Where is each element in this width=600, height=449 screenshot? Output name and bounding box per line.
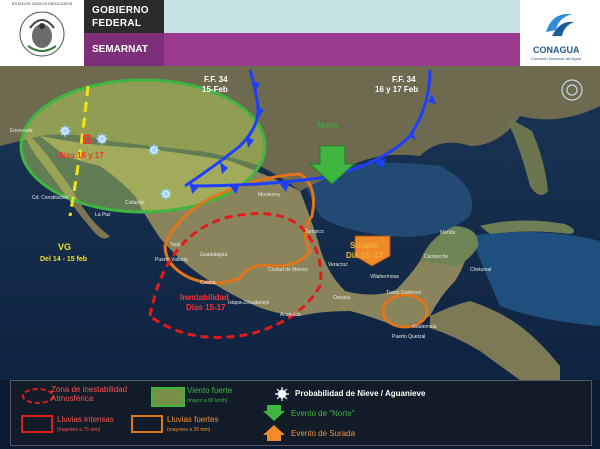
norte-label: Norte [318, 121, 338, 130]
strong-wind-zone [19, 78, 267, 214]
forecast-map-frame: ESTADOS UNIDOS MEXICANOS GOBIERNO FEDERA… [0, 0, 600, 449]
agency-band: SEMARNAT [84, 33, 164, 66]
low-pressure-letter: B [82, 131, 92, 147]
surge-label-1: Surada [350, 241, 378, 250]
front-1-name: F.F. 34 [204, 75, 228, 84]
place-label: Cd. Constitución [32, 195, 69, 201]
place-label: Guadalajara [200, 252, 227, 258]
brand-subtitle: Comisión Nacional del Agua [531, 56, 582, 61]
strong-rain-sub: (mayores a 20 mm) [167, 427, 211, 433]
gov-line-2: FEDERAL [92, 18, 142, 29]
place-label: Acapulco [280, 312, 301, 318]
place-label: Ixtapa-Zihuatanejo [228, 300, 270, 306]
place-label: Tampico [305, 229, 324, 235]
place-label: Monterrey [258, 192, 281, 198]
strong-rain-legend-label: Lluvias fuertes (mayores a 20 mm) [167, 415, 219, 435]
norte-legend-icon [263, 405, 285, 421]
tropical-wave-dates: Del 14 - 15 feb [40, 256, 87, 263]
agency-name: SEMARNAT [92, 44, 148, 55]
place-label: Villahermosa [370, 274, 399, 280]
brand-name: CONAGUA [533, 45, 580, 55]
weather-map: B Días 16 y 17 F.F. 34 15-Feb F.F. 34 16… [0, 66, 600, 380]
intense-rain-title: Lluvias intensas [57, 415, 114, 424]
wind-legend-swatch [151, 387, 185, 407]
place-label: Campeche [424, 254, 448, 260]
instability-label-2: Días 15-17 [186, 303, 226, 312]
map-legend: Zona de inestabilidad Atmosférica Viento… [10, 380, 592, 446]
seal-caption: ESTADOS UNIDOS MEXICANOS [11, 1, 73, 6]
place-label: Tepic [170, 242, 182, 248]
place-label: La Paz [95, 212, 111, 218]
mexico-seal-icon [19, 11, 65, 57]
government-band: GOBIERNO FEDERAL [84, 0, 164, 33]
wind-legend-title: Viento fuerte [187, 386, 233, 395]
place-label: Veracruz [328, 262, 348, 268]
snow-legend-label: Probabilidad de Nieve / Aguanieve [295, 389, 426, 398]
front-2-name: F.F. 34 [392, 75, 416, 84]
place-label: Ensenada [10, 128, 33, 134]
place-label: Colima [200, 280, 216, 286]
place-label: Tuxtla Gutiérrez [386, 290, 422, 296]
place-label: Puerto Quetzal [392, 334, 425, 340]
intense-rain-sub: (mayores a 75 mm) [57, 427, 101, 433]
instability-label-1: Inestabilidad [180, 293, 229, 302]
front-2-date: 16 y 17 Feb [375, 85, 418, 94]
surge-legend-icon [263, 425, 285, 441]
low-pressure-days: Días 16 y 17 [58, 151, 104, 160]
intense-rain-legend-label: Lluvias intensas (mayores a 75 mm) [57, 415, 114, 435]
strong-rain-title: Lluvias fuertes [167, 415, 219, 424]
header-purple-strip [164, 33, 520, 66]
tropical-wave-code: VG [58, 242, 71, 252]
place-label: Oaxaca [333, 295, 350, 301]
place-label: Ciudad de México [268, 267, 308, 273]
wind-legend-sub: (mayor a 60 km/h) [187, 398, 228, 404]
header-bar: ESTADOS UNIDOS MEXICANOS GOBIERNO FEDERA… [0, 0, 600, 66]
gov-line-1: GOBIERNO [92, 5, 149, 16]
strong-rain-legend-swatch [131, 415, 163, 433]
header-teal-strip [164, 0, 520, 33]
snow-legend-icon [275, 387, 289, 401]
place-label: Chetumal [470, 267, 491, 273]
intense-rain-legend-swatch [21, 415, 53, 433]
place-label: Mérida [440, 230, 456, 236]
surge-legend-label: Evento de Surada [291, 429, 356, 438]
instability-legend-label: Zona de inestabilidad Atmosférica [51, 385, 128, 403]
wind-legend-label: Viento fuerte (mayor a 60 km/h) [187, 386, 232, 406]
place-label: Culiacán [125, 200, 145, 206]
place-label: Guatemala [412, 324, 437, 330]
surge-label-2: Día 15 -17 [346, 251, 384, 260]
norte-legend-label: Evento de "Norte" [291, 409, 355, 418]
conagua-wave-icon [546, 13, 574, 36]
instability-legend-icon [22, 388, 54, 404]
front-1-date: 15-Feb [202, 85, 228, 94]
place-label: Puerto Vallarta [155, 257, 188, 263]
